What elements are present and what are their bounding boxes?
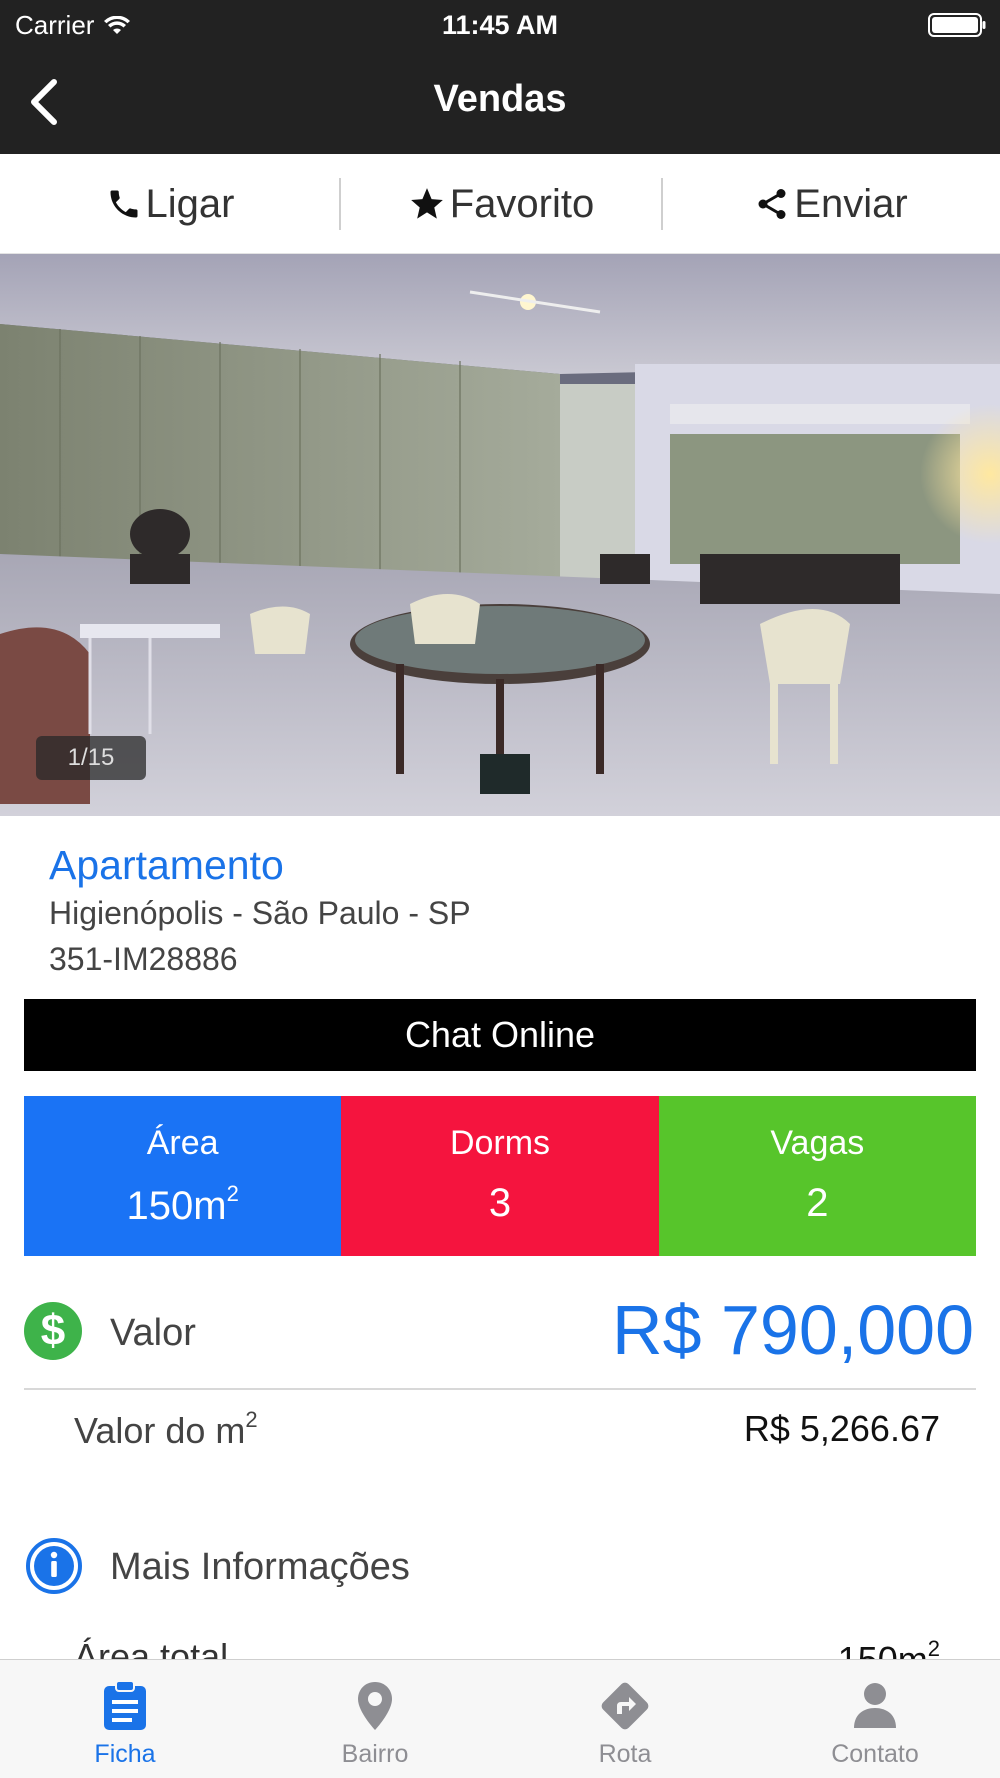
more-info-header: Mais Informações xyxy=(24,1536,976,1596)
page-title: Vendas xyxy=(433,78,567,120)
more-info-label: Mais Informações xyxy=(110,1546,410,1588)
price-per-m2-label: Valor do m2 xyxy=(74,1407,258,1452)
tab-bairro-label: Bairro xyxy=(341,1740,409,1768)
price-value: R$ 790,000 xyxy=(612,1291,974,1369)
directions-icon xyxy=(601,1682,649,1730)
total-area-sup: 2 xyxy=(927,1636,940,1661)
tab-contato[interactable]: Contato xyxy=(750,1660,1000,1778)
call-button[interactable]: Ligar xyxy=(0,154,340,254)
stat-area: Área 150m2 xyxy=(24,1096,342,1256)
price-row: $ Valor R$ 790,000 xyxy=(24,1290,976,1370)
map-pin-icon xyxy=(358,1682,392,1730)
tab-ficha-label: Ficha xyxy=(94,1740,156,1768)
share-icon xyxy=(758,189,786,219)
chat-online-button[interactable]: Chat Online xyxy=(24,999,976,1071)
stat-dorms: Dorms 3 xyxy=(341,1096,659,1256)
favorite-button[interactable]: Favorito xyxy=(340,154,662,254)
share-button[interactable]: Enviar xyxy=(662,154,1000,254)
call-label: Ligar xyxy=(145,181,235,226)
stat-area-sup: 2 xyxy=(226,1181,239,1206)
share-label: Enviar xyxy=(794,181,908,226)
tab-bar: Ficha Bairro Rota Contato xyxy=(0,1659,1000,1778)
stat-area-number: 150m xyxy=(126,1184,227,1228)
tab-rota-label: Rota xyxy=(598,1740,652,1768)
stat-dorms-label: Dorms xyxy=(449,1124,551,1162)
info-icon xyxy=(26,1538,82,1594)
favorite-label: Favorito xyxy=(449,181,595,226)
property-photo[interactable]: 1/15 xyxy=(0,254,1000,816)
action-bar: Ligar Favorito Enviar xyxy=(0,154,1000,254)
phone-icon xyxy=(110,190,138,218)
person-icon xyxy=(854,1683,896,1728)
stat-vagas-label: Vagas xyxy=(770,1124,865,1162)
property-reference: 351-IM28886 xyxy=(49,941,238,977)
price-per-m2-value: R$ 5,266.67 xyxy=(743,1408,940,1449)
status-time: 11:45 AM xyxy=(441,10,559,40)
tab-bairro[interactable]: Bairro xyxy=(250,1660,500,1778)
navigation-bar: Vendas xyxy=(0,50,1000,154)
price-per-m2-label-text: Valor do m xyxy=(74,1410,246,1451)
price-divider xyxy=(24,1388,976,1390)
dollar-icon: $ xyxy=(24,1302,82,1360)
property-type: Apartamento xyxy=(49,842,284,888)
tab-contato-label: Contato xyxy=(831,1740,919,1768)
tab-ficha[interactable]: Ficha xyxy=(0,1660,250,1778)
photo-counter-badge: 1/15 xyxy=(36,736,146,780)
tab-rota[interactable]: Rota xyxy=(500,1660,750,1778)
price-label: Valor xyxy=(110,1312,196,1354)
stat-vagas: Vagas 2 xyxy=(658,1096,976,1256)
clipboard-icon xyxy=(104,1680,146,1730)
property-location: Higienópolis - São Paulo - SP xyxy=(49,895,471,931)
battery-icon xyxy=(928,13,986,37)
stat-dorms-value: 3 xyxy=(488,1181,512,1225)
star-icon xyxy=(410,188,443,219)
stat-vagas-value: 2 xyxy=(806,1181,829,1225)
stats-panel: Área 150m2 Dorms 3 Vagas 2 xyxy=(24,1096,976,1256)
price-per-m2-label-sup: 2 xyxy=(245,1407,258,1432)
stat-area-label: Área xyxy=(146,1124,219,1162)
status-bar: Carrier 11:45 AM xyxy=(0,0,1000,50)
stat-area-value: 150m2 xyxy=(24,1181,341,1229)
room-photo-image xyxy=(0,254,1000,816)
